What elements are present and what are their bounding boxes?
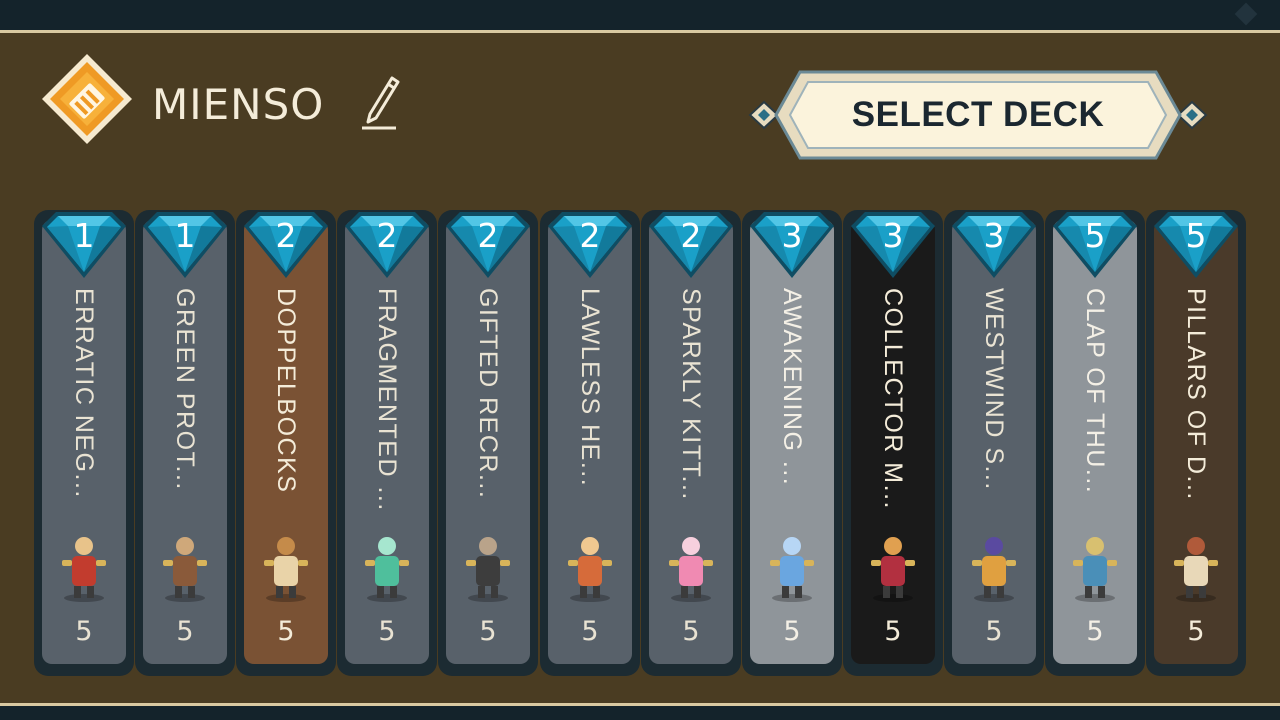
card-item[interactable]: 3 WESTWIND S... 5 <box>944 200 1044 676</box>
goat-warrior-icon <box>264 537 308 602</box>
card-name: GIFTED RECR... <box>474 288 502 500</box>
card-name: SPARKLY KITT... <box>677 288 705 501</box>
pillar-shrine-icon <box>1174 537 1218 602</box>
top-bar <box>0 0 1280 30</box>
deck-emblem-icon <box>40 52 134 146</box>
card-item[interactable]: 5 CLAP OF THU... 5 <box>1045 200 1145 676</box>
card-name: CLAP OF THU... <box>1081 288 1109 495</box>
card-cost: 5 <box>1084 216 1106 255</box>
bottom-bar <box>0 706 1280 720</box>
thunder-bolt-icon <box>1073 537 1117 602</box>
card-name: ERRATIC NEG... <box>70 288 98 499</box>
swordsman-icon <box>972 537 1016 602</box>
card-count: 5 <box>1086 616 1104 647</box>
select-deck-label: SELECT DECK <box>851 95 1105 134</box>
card-cost: 1 <box>174 216 196 255</box>
throne-collector-icon <box>871 537 915 602</box>
armored-robot-icon <box>163 537 207 602</box>
card-name: FRAGMENTED ... <box>373 288 401 512</box>
card-item[interactable]: 2 SPARKLY KITT... 5 <box>641 200 741 676</box>
card-name: AWAKENING ... <box>778 288 806 487</box>
card-cost: 2 <box>680 216 702 255</box>
card-cost: 2 <box>579 216 601 255</box>
card-count: 5 <box>985 616 1003 647</box>
select-deck-button[interactable]: SELECT DECK <box>744 66 1212 164</box>
card-count: 5 <box>479 616 497 647</box>
pencil-edit-icon[interactable] <box>358 70 402 132</box>
card-cost: 3 <box>983 216 1005 255</box>
card-count: 5 <box>884 616 902 647</box>
card-item[interactable]: 2 GIFTED RECR... 5 <box>438 200 538 676</box>
card-name: LAWLESS HE... <box>576 288 604 488</box>
card-list: 1 ERRATIC NEG... 5 1 GREEN PROT... 5 2 DOPPELBO… <box>34 200 1246 676</box>
card-count: 5 <box>682 616 700 647</box>
card-item[interactable]: 2 FRAGMENTED ... 5 <box>337 200 437 676</box>
card-count: 5 <box>1187 616 1205 647</box>
menu-diamond-icon[interactable] <box>1234 2 1258 26</box>
glowing-figure-icon <box>770 537 814 602</box>
card-name: WESTWIND S... <box>980 288 1008 491</box>
card-count: 5 <box>277 616 295 647</box>
card-cost: 3 <box>781 216 803 255</box>
red-robed-mage-icon <box>62 537 106 602</box>
card-item[interactable]: 2 DOPPELBOCKS 5 <box>236 200 336 676</box>
card-item[interactable]: 2 LAWLESS HE... 5 <box>540 200 640 676</box>
card-item[interactable]: 3 COLLECTOR M... 5 <box>843 200 943 676</box>
card-item[interactable]: 5 PILLARS OF D... 5 <box>1146 200 1246 676</box>
card-count: 5 <box>783 616 801 647</box>
card-item[interactable]: 1 GREEN PROT... 5 <box>135 200 235 676</box>
card-name: DOPPELBOCKS <box>272 288 300 494</box>
card-count: 5 <box>176 616 194 647</box>
tribal-chief-icon <box>568 537 612 602</box>
card-cost: 5 <box>1185 216 1207 255</box>
card-name: COLLECTOR M... <box>879 288 907 510</box>
card-cost: 3 <box>882 216 904 255</box>
card-name: GREEN PROT... <box>171 288 199 491</box>
deck-title: MIENSO <box>152 80 325 129</box>
card-name: PILLARS OF D... <box>1182 288 1210 501</box>
dual-blade-fighter-icon <box>466 537 510 602</box>
card-item[interactable]: 3 AWAKENING ... 5 <box>742 200 842 676</box>
pink-kitten-icon <box>669 537 713 602</box>
card-count: 5 <box>75 616 93 647</box>
card-cost: 2 <box>376 216 398 255</box>
card-cost: 2 <box>275 216 297 255</box>
card-item[interactable]: 1 ERRATIC NEG... 5 <box>34 200 134 676</box>
card-count: 5 <box>378 616 396 647</box>
card-count: 5 <box>581 616 599 647</box>
card-cost: 2 <box>477 216 499 255</box>
crystal-spirit-icon <box>365 537 409 602</box>
card-cost: 1 <box>73 216 95 255</box>
